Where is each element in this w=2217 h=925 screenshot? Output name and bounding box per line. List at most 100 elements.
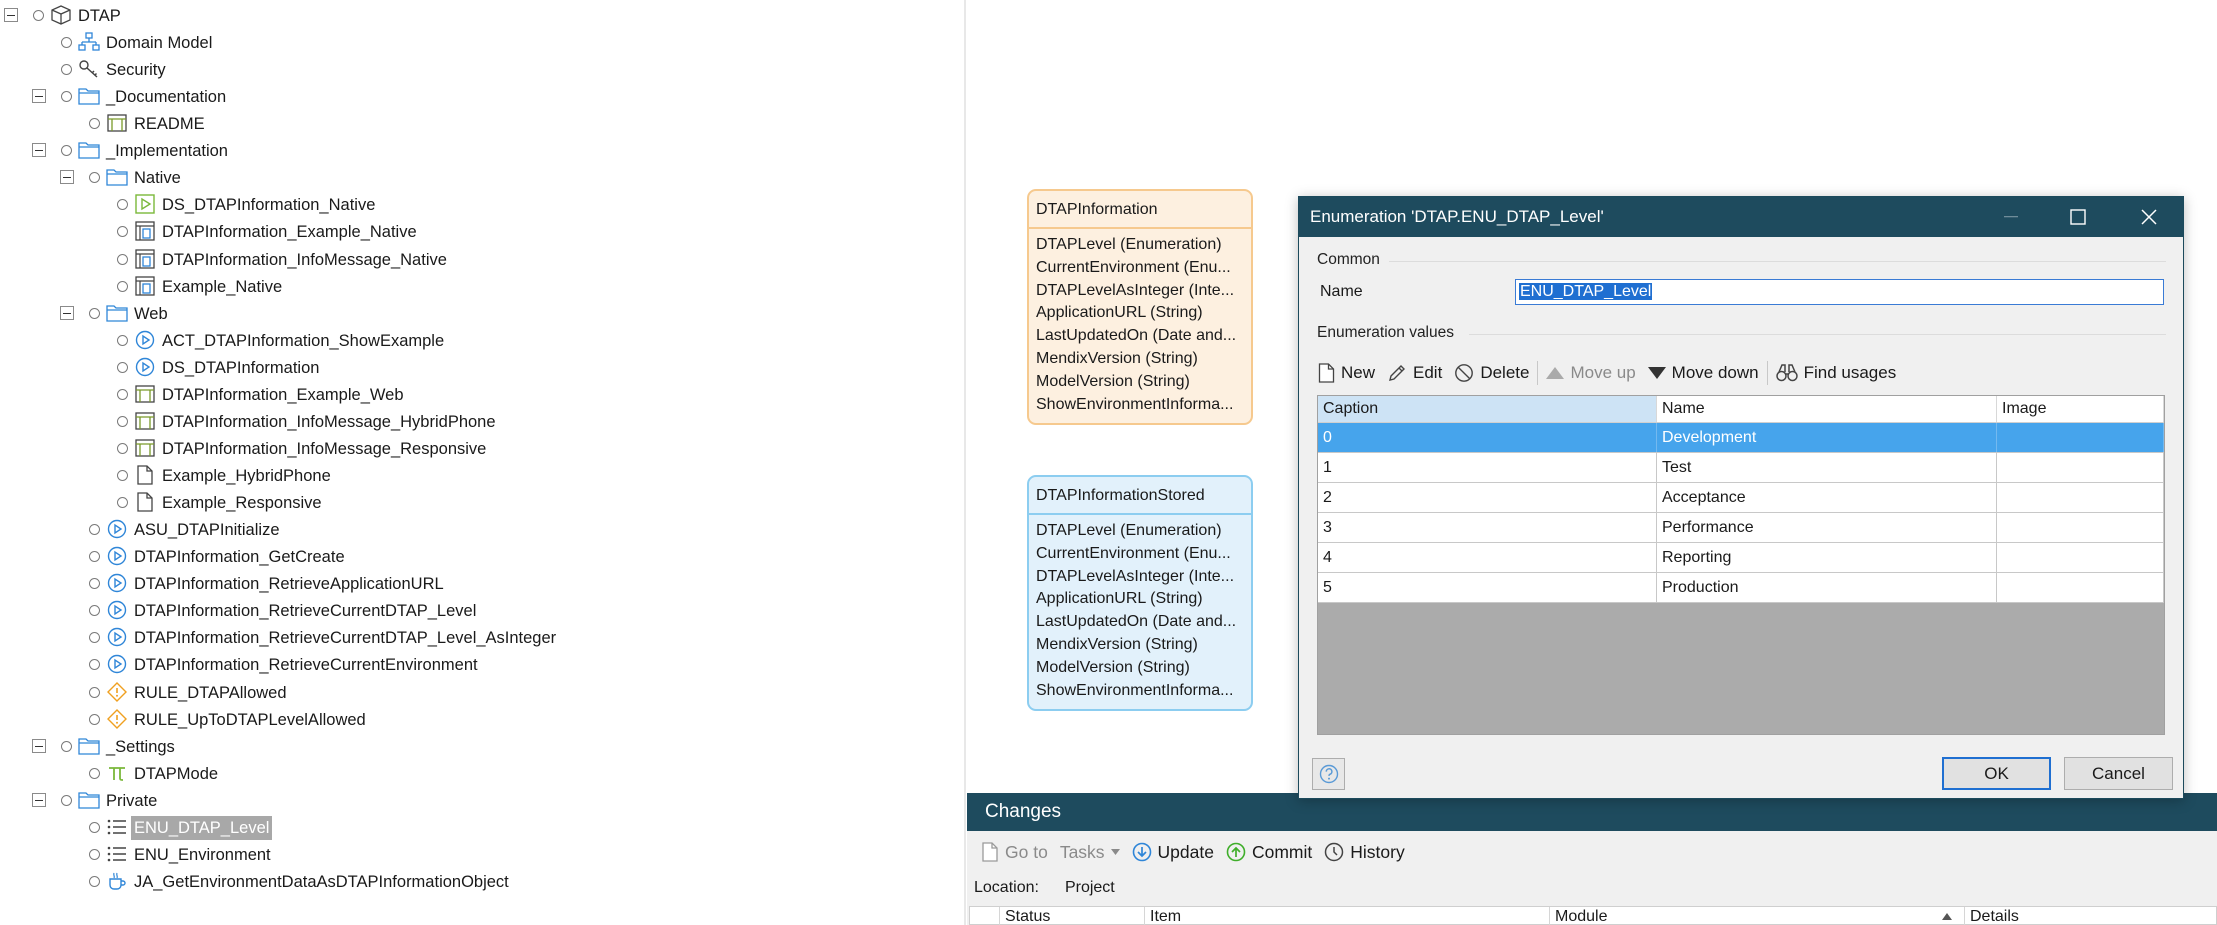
column-header-module-label: Module xyxy=(1555,908,1608,925)
new-document-icon xyxy=(1318,363,1335,383)
column-header-caption[interactable]: Caption xyxy=(1318,396,1657,422)
tree-item[interactable]: DTAPInformation_InfoMessage_Responsive xyxy=(0,435,960,462)
column-header-name[interactable]: Name xyxy=(1657,396,1997,422)
tree-item[interactable]: RULE_UpToDTAPLevelAllowed xyxy=(0,706,960,733)
tree-item-label: DTAPInformation_RetrieveCurrentDTAP_Leve… xyxy=(134,602,477,621)
help-button[interactable] xyxy=(1312,758,1345,790)
tree-item[interactable]: DTAP xyxy=(0,2,960,29)
column-header-image[interactable]: Image xyxy=(1997,396,2164,422)
name-input[interactable]: ENU_DTAP_Level xyxy=(1515,279,2164,305)
tree-item[interactable]: Private xyxy=(0,787,960,814)
column-header-details[interactable]: Details xyxy=(1965,907,2215,925)
new-button[interactable]: New xyxy=(1312,358,1381,388)
tree-item[interactable]: DTAPInformation_RetrieveCurrentEnvironme… xyxy=(0,651,960,678)
tree-item[interactable]: DTAPMode xyxy=(0,760,960,787)
tree-item-label: DTAPInformation_RetrieveCurrentEnvironme… xyxy=(134,656,478,675)
column-header-status[interactable]: Status xyxy=(1000,907,1145,925)
tree-item[interactable]: DTAPInformation_Example_Web xyxy=(0,381,960,408)
common-group-label: Common xyxy=(1317,251,1380,268)
column-header-module[interactable]: Module xyxy=(1550,907,1965,925)
tree-item[interactable]: Example_Responsive xyxy=(0,489,960,516)
collapse-toggle[interactable] xyxy=(32,792,46,807)
table-row[interactable]: 2 Acceptance xyxy=(1318,483,2164,513)
nanoflow-icon xyxy=(134,193,156,215)
move-down-button[interactable]: Move down xyxy=(1642,358,1765,388)
folder-icon xyxy=(78,735,100,757)
tree-item[interactable]: DTAPInformation_InfoMessage_HybridPhone xyxy=(0,408,960,435)
table-row[interactable]: 5 Production xyxy=(1318,573,2164,603)
tree-item-label: RULE_DTAPAllowed xyxy=(134,683,287,702)
status-circle-icon xyxy=(61,37,72,49)
status-circle-icon xyxy=(117,334,128,346)
status-circle-icon xyxy=(117,253,128,265)
tree-item[interactable]: ENU_DTAP_Level xyxy=(0,814,960,841)
status-circle-icon xyxy=(89,848,100,860)
dialog-title-bar[interactable]: Enumeration 'DTAP.ENU_DTAP_Level' xyxy=(1299,197,2183,237)
tree-item[interactable]: Example_Native xyxy=(0,273,960,300)
tasks-dropdown[interactable]: Tasks xyxy=(1054,837,1126,867)
group-divider xyxy=(1389,261,2166,262)
history-button[interactable]: History xyxy=(1318,837,1410,867)
collapse-toggle[interactable] xyxy=(60,305,74,320)
tree-item[interactable]: DTAPInformation_RetrieveCurrentDTAP_Leve… xyxy=(0,624,960,651)
move-up-button[interactable]: Move up xyxy=(1540,358,1641,388)
document-icon xyxy=(134,464,156,486)
collapse-toggle[interactable] xyxy=(32,738,46,753)
tree-item[interactable]: DS_DTAPInformation_Native xyxy=(0,191,960,218)
table-row[interactable]: 1 Test xyxy=(1318,453,2164,483)
collapse-toggle[interactable] xyxy=(32,143,46,158)
tree-item[interactable]: DTAPInformation_GetCreate xyxy=(0,543,960,570)
tree-item[interactable]: _Settings xyxy=(0,733,960,760)
tree-item[interactable]: DTAPInformation_Example_Native xyxy=(0,218,960,245)
tree-item[interactable]: RULE_DTAPAllowed xyxy=(0,679,960,706)
cell-name: Reporting xyxy=(1657,543,1997,572)
location-label: Location: xyxy=(974,879,1039,896)
tree-item[interactable]: Security xyxy=(0,56,960,83)
tree-item[interactable]: Web xyxy=(0,300,960,327)
tree-item[interactable]: ENU_Environment xyxy=(0,841,960,868)
edit-button[interactable]: Edit xyxy=(1381,358,1448,388)
tree-item[interactable]: Example_HybridPhone xyxy=(0,462,960,489)
tree-item[interactable]: DTAPInformation_InfoMessage_Native xyxy=(0,246,960,273)
collapse-toggle[interactable] xyxy=(4,8,18,22)
tree-item[interactable]: _Documentation xyxy=(0,83,960,110)
entity-attributes: DTAPLevel (Enumeration) CurrentEnvironme… xyxy=(1029,229,1251,416)
entity-attribute: CurrentEnvironment (Enu... xyxy=(1036,258,1231,276)
cancel-button[interactable]: Cancel xyxy=(2064,757,2173,790)
column-header-item[interactable]: Item xyxy=(1145,907,1550,925)
table-row[interactable]: 0 Development xyxy=(1318,423,2164,453)
go-to-icon xyxy=(982,842,998,862)
pane-splitter[interactable] xyxy=(964,0,966,925)
find-usages-button[interactable]: Find usages xyxy=(1770,358,1903,388)
native-page-icon xyxy=(134,248,156,270)
tree-item[interactable]: DTAPInformation_RetrieveCurrentDTAP_Leve… xyxy=(0,597,960,624)
table-row[interactable]: 3 Performance xyxy=(1318,513,2164,543)
tree-item[interactable]: JA_GetEnvironmentDataAsDTAPInformationOb… xyxy=(0,868,960,895)
go-to-button[interactable]: Go to xyxy=(975,837,1054,867)
entity-dtapinformationstored[interactable]: DTAPInformationStored DTAPLevel (Enumera… xyxy=(1027,475,1253,711)
tree-item[interactable]: Native xyxy=(0,164,960,191)
collapse-toggle[interactable] xyxy=(60,170,74,185)
entity-dtapinformation[interactable]: DTAPInformation DTAPLevel (Enumeration) … xyxy=(1027,189,1253,425)
changes-location: Location: Project xyxy=(974,879,1115,897)
tree-item[interactable]: Domain Model xyxy=(0,29,960,56)
tree-item[interactable]: README xyxy=(0,110,960,137)
ok-button[interactable]: OK xyxy=(1942,757,2051,790)
tree-item[interactable]: ACT_DTAPInformation_ShowExample xyxy=(0,327,960,354)
tree-item[interactable]: _Implementation xyxy=(0,137,960,164)
status-circle-icon xyxy=(89,578,100,590)
rule-icon xyxy=(106,708,128,730)
close-button[interactable] xyxy=(2114,197,2184,237)
update-button[interactable]: Update xyxy=(1126,837,1220,867)
tree-item[interactable]: DS_DTAPInformation xyxy=(0,354,960,381)
table-row[interactable]: 4 Reporting xyxy=(1318,543,2164,573)
arrow-down-icon xyxy=(1647,367,1666,379)
commit-button[interactable]: Commit xyxy=(1220,837,1318,867)
delete-button[interactable]: Delete xyxy=(1448,358,1535,388)
tree-item[interactable]: ASU_DTAPInitialize xyxy=(0,516,960,543)
java-action-cup-icon xyxy=(106,870,128,892)
maximize-button[interactable] xyxy=(2043,197,2113,237)
minimize-button[interactable] xyxy=(1976,197,2046,237)
collapse-toggle[interactable] xyxy=(32,89,46,104)
tree-item[interactable]: DTAPInformation_RetrieveApplicationURL xyxy=(0,570,960,597)
